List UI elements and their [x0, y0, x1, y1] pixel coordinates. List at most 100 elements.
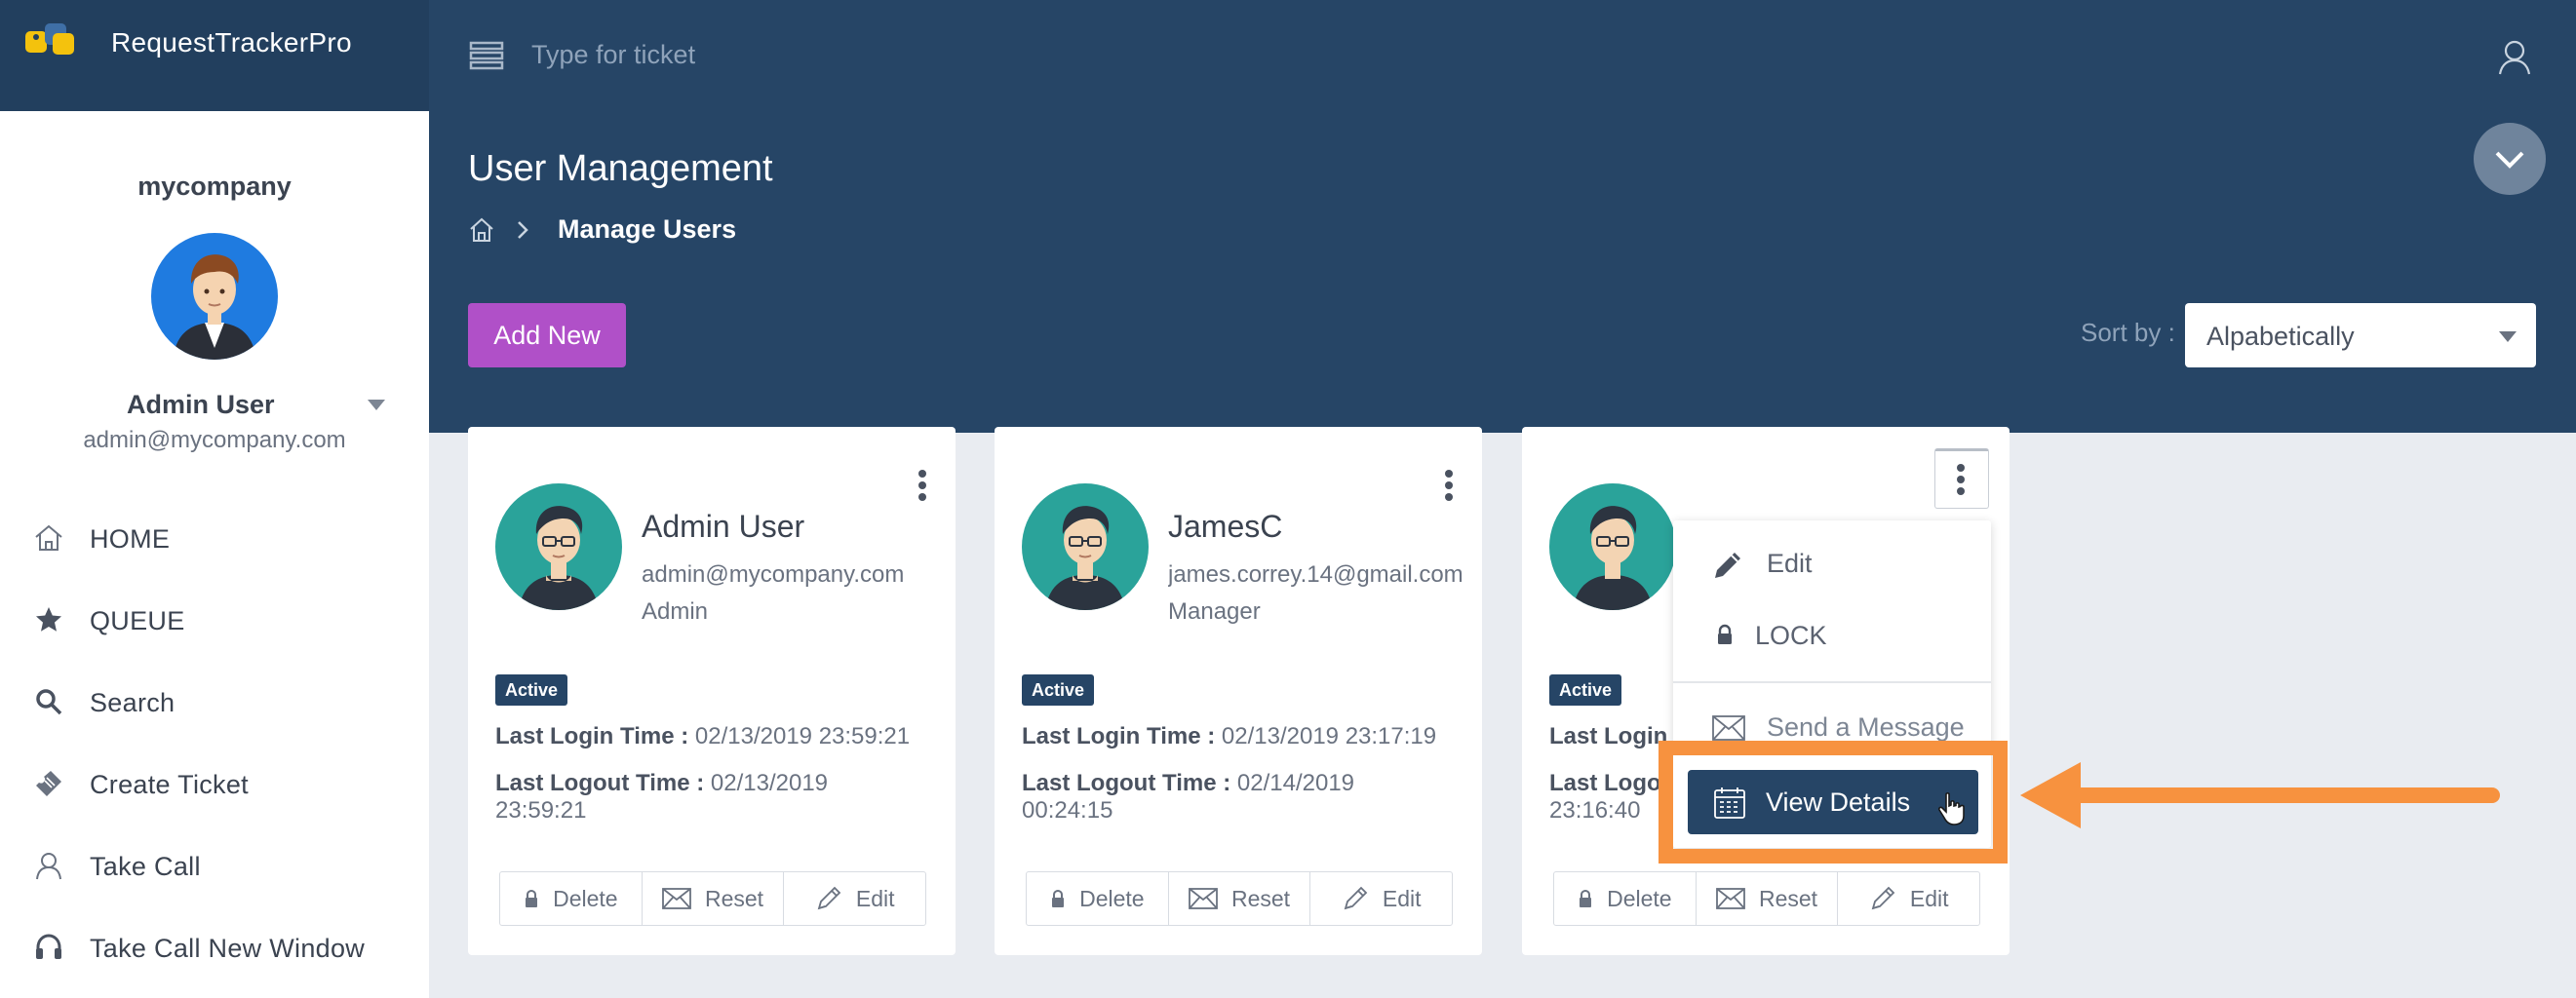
delete-button[interactable]: Delete: [500, 872, 643, 925]
more-options-icon[interactable]: [1934, 448, 1989, 509]
avatar: [1549, 483, 1676, 610]
brand-panel: RequestTrackerPro: [0, 0, 429, 111]
user-role: Admin: [642, 598, 709, 625]
sort-value: Alpabetically: [2206, 322, 2355, 351]
lock-icon: [1052, 889, 1065, 907]
view-details-button[interactable]: View Details: [1688, 770, 1978, 834]
card-actions: Delete Reset Edit: [499, 871, 926, 926]
app-name: RequestTrackerPro: [111, 27, 352, 58]
menu-toggle-icon[interactable]: [468, 39, 505, 72]
top-bar: RequestTrackerPro: [0, 0, 2576, 111]
avatar: [1022, 483, 1149, 610]
add-new-button[interactable]: Add New: [468, 303, 626, 367]
delete-button[interactable]: Delete: [1027, 872, 1169, 925]
menu-item-label: LOCK: [1755, 621, 1827, 650]
card-actions: Delete Reset Edit: [1026, 871, 1453, 926]
ticket-icon: [33, 768, 64, 799]
edit-button[interactable]: Edit: [784, 872, 925, 925]
reset-label: Reset: [1230, 885, 1291, 911]
chevron-right-icon: [513, 216, 532, 244]
last-logout: Last Logout Time : 02/13/2019 23:59:21: [495, 770, 924, 825]
user-email: james.correy.14@gmail.com: [1168, 561, 1464, 588]
sidebar-item-take-call[interactable]: Take Call: [33, 840, 413, 889]
last-login-value: 02/13/2019 23:59:21: [694, 723, 911, 749]
user-role: Manager: [1168, 598, 1261, 625]
reset-label: Reset: [704, 885, 764, 911]
last-login-label: Last Login Time :: [1022, 723, 1216, 749]
caret-down-icon: [2499, 331, 2517, 343]
last-login-value: 02/13/2019 23:17:19: [1221, 723, 1437, 749]
calendar-icon: [1713, 787, 1746, 820]
collapse-header-button[interactable]: [2474, 123, 2546, 195]
delete-label: Delete: [1607, 885, 1672, 911]
last-logout: Last Logout Time : 02/14/2019 00:24:15: [1022, 770, 1451, 825]
card-actions: Delete Reset Edit: [1553, 871, 1980, 926]
sidebar: mycompany Admin User admin@mycompany.com: [0, 111, 429, 998]
user-menu-caret-icon[interactable]: [368, 400, 385, 411]
sidebar-item-label: Take Call: [90, 852, 201, 881]
status-badge: Active: [495, 674, 568, 706]
ticket-search-input[interactable]: [531, 27, 1116, 82]
user-card: Admin User admin@mycompany.com Admin Act…: [468, 427, 956, 955]
edit-button[interactable]: Edit: [1838, 872, 1979, 925]
breadcrumb-current: Manage Users: [558, 214, 737, 244]
pencil-icon: [817, 886, 841, 910]
sidebar-item-label: QUEUE: [90, 606, 185, 635]
menu-divider: [1673, 681, 1991, 683]
sidebar-user-email: admin@mycompany.com: [83, 427, 346, 453]
envelope-icon: [662, 888, 691, 909]
user-name: JamesC: [1168, 509, 1283, 544]
user-name: Admin User: [642, 509, 805, 544]
sidebar-item-label: Create Ticket: [90, 770, 249, 799]
sidebar-item-take-call-new-window[interactable]: Take Call New Window: [33, 922, 413, 971]
view-details-label: View Details: [1766, 787, 1911, 817]
last-logout-value: 23:16:40: [1549, 797, 1641, 824]
sidebar-item-home[interactable]: HOME: [33, 513, 413, 561]
edit-label: Edit: [1909, 885, 1949, 911]
sidebar-user-name: Admin User: [127, 390, 275, 419]
delete-button[interactable]: Delete: [1554, 872, 1697, 925]
last-login-label: Last Login Time :: [495, 723, 689, 749]
envelope-icon: [1189, 888, 1218, 909]
sidebar-item-search[interactable]: Search: [33, 676, 413, 725]
chevron-down-icon: [2495, 151, 2524, 169]
menu-item-label: Edit: [1767, 549, 1813, 578]
edit-label: Edit: [855, 885, 895, 911]
pencil-icon: [1712, 548, 1745, 581]
last-login: Last Login Time : 02/13/2019 23:17:19: [1022, 723, 1436, 750]
last-logout-label: Last Logout Time :: [1022, 770, 1231, 796]
reset-button[interactable]: Reset: [1697, 872, 1839, 925]
delete-label: Delete: [553, 885, 618, 911]
last-login: Last Login Time : 02/13/2019 23:59:21: [495, 723, 910, 750]
lock-icon: [1716, 624, 1734, 645]
brand-logo-icon: [23, 19, 78, 58]
user-icon: [33, 850, 64, 881]
sidebar-item-label: HOME: [90, 524, 171, 554]
sidebar-item-queue[interactable]: QUEUE: [33, 595, 413, 643]
reset-label: Reset: [1758, 885, 1818, 911]
home-icon: [33, 522, 64, 554]
sort-select[interactable]: Alpabetically: [2185, 303, 2536, 367]
status-badge: Active: [1022, 674, 1095, 706]
sidebar-item-label: Search: [90, 688, 176, 717]
user-profile-icon[interactable]: [2498, 39, 2531, 76]
menu-item-label: Send a Message: [1767, 712, 1965, 742]
breadcrumb-home-icon[interactable]: [468, 216, 495, 244]
edit-button[interactable]: Edit: [1310, 872, 1452, 925]
reset-button[interactable]: Reset: [1169, 872, 1311, 925]
avatar: [151, 233, 278, 360]
menu-item-edit[interactable]: Edit: [1673, 530, 1991, 595]
sidebar-item-label: Take Call New Window: [90, 934, 366, 963]
more-options-icon[interactable]: [897, 460, 950, 513]
sidebar-item-create-ticket[interactable]: Create Ticket: [33, 758, 413, 807]
reset-button[interactable]: Reset: [643, 872, 785, 925]
avatar: [495, 483, 622, 610]
last-logout-label: Last Logout Time :: [495, 770, 705, 796]
pencil-icon: [1344, 886, 1368, 910]
menu-item-lock[interactable]: LOCK: [1673, 602, 1991, 667]
more-options-icon[interactable]: [1424, 460, 1476, 513]
star-icon: [33, 604, 64, 635]
user-email: admin@mycompany.com: [642, 561, 905, 588]
last-logout-label: Last Logo: [1549, 770, 1661, 796]
lock-icon: [526, 889, 538, 907]
